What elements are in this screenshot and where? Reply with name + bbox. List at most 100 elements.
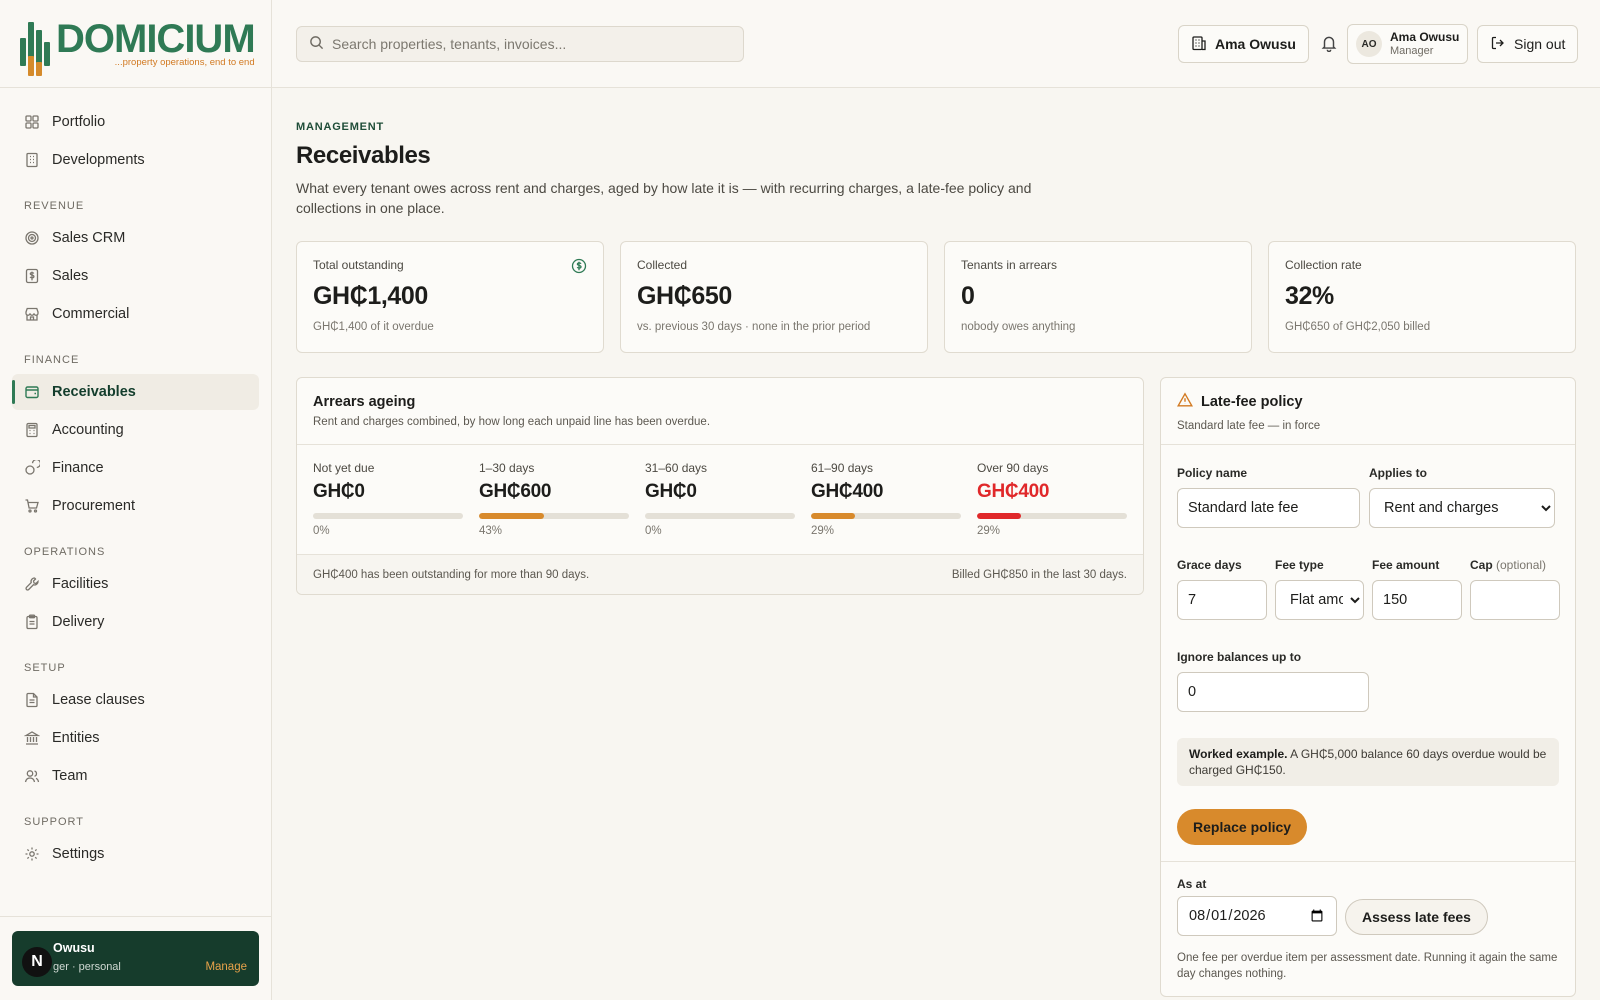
- building-icon: [24, 152, 40, 168]
- sidebar-item-delivery[interactable]: Delivery: [12, 604, 259, 640]
- ageing-billed-note: Billed GH₵850 in the last 30 days.: [951, 568, 1127, 581]
- sidebar-item-commercial[interactable]: Commercial: [12, 296, 259, 332]
- sidebar-item-label: Sales: [52, 268, 89, 284]
- replace-policy-button[interactable]: Replace policy: [1177, 809, 1308, 845]
- entity-switcher-button[interactable]: Ama Owusu: [1178, 25, 1309, 63]
- user-menu-button[interactable]: AO Ama Owusu Manager: [1347, 24, 1469, 64]
- sidebar-item-label: Portfolio: [52, 114, 106, 130]
- search-icon: [309, 35, 324, 53]
- entity-label: Ama Owusu: [1215, 36, 1296, 52]
- search-input[interactable]: [332, 36, 732, 52]
- bucket-progress-bar: [811, 513, 961, 519]
- bank-icon: [24, 730, 40, 746]
- sidebar-item-label: Entities: [52, 730, 100, 746]
- warning-triangle-icon: [1176, 392, 1194, 412]
- bucket-label: Not yet due: [313, 461, 375, 475]
- policy-name-label: Policy name: [1177, 466, 1248, 480]
- workspace-user-name: Owusu: [53, 941, 95, 955]
- fee-type-select[interactable]: Flat amount: [1275, 580, 1364, 620]
- ageing-buckets: Not yet due GH₵0 0% 1–30 days GH₵600 43%…: [297, 445, 1143, 555]
- sidebar-item-lease-clauses[interactable]: Lease clauses: [12, 682, 259, 718]
- grace-days-input[interactable]: [1177, 580, 1267, 620]
- bucket-value: GH₵0: [313, 481, 365, 502]
- user-role: Manager: [1390, 45, 1434, 57]
- ageing-bucket: Over 90 days GH₵400 29%: [977, 461, 1127, 555]
- logout-icon: [1490, 35, 1506, 54]
- manage-link[interactable]: Manage: [205, 961, 247, 973]
- as-at-date-input[interactable]: [1177, 896, 1337, 936]
- sidebar-item-sales-crm[interactable]: Sales CRM: [12, 220, 259, 256]
- bucket-value: GH₵0: [645, 481, 697, 502]
- top-header: Ama Owusu AO Ama Owusu Manager Sign out: [272, 0, 1600, 88]
- cap-optional-hint: (optional): [1496, 558, 1547, 572]
- applies-to-select[interactable]: Rent and charges: [1369, 488, 1555, 528]
- sidebar-item-facilities[interactable]: Facilities: [12, 566, 259, 602]
- sidebar-item-receivables[interactable]: Receivables: [12, 374, 259, 410]
- bell-icon[interactable]: [1320, 34, 1340, 54]
- bucket-progress-fill: [479, 513, 544, 519]
- policy-name-input[interactable]: [1177, 488, 1360, 528]
- kpi-label: Collected: [637, 258, 688, 272]
- currency-circle-icon: [571, 258, 587, 277]
- wallet-icon: [24, 384, 40, 400]
- worked-example-note: Worked example. A GH₵5,000 balance 60 da…: [1177, 738, 1559, 786]
- bucket-percent: 0%: [313, 525, 330, 537]
- ageing-bucket: 61–90 days GH₵400 29%: [811, 461, 961, 555]
- ageing-footer: GH₵400 has been outstanding for more tha…: [297, 554, 1143, 594]
- brand-logo[interactable]: DOMICIUM ...property operations, end to …: [0, 0, 271, 88]
- kpi-label: Collection rate: [1285, 258, 1362, 272]
- kpi-subtext: GH₵650 of GH₵2,050 billed: [1285, 321, 1431, 333]
- bucket-progress-bar: [645, 513, 795, 519]
- fee-amount-input[interactable]: [1372, 580, 1462, 620]
- sidebar-item-finance[interactable]: Finance: [12, 450, 259, 486]
- card-title: Arrears ageing: [313, 394, 416, 410]
- arrears-ageing-card: Arrears ageing Rent and charges combined…: [296, 377, 1144, 595]
- divider: [1161, 861, 1575, 862]
- sign-out-button[interactable]: Sign out: [1477, 25, 1579, 63]
- kpi-row: Total outstanding GH₵1,400 GH₵1,400 of i…: [296, 241, 1576, 353]
- bucket-percent: 29%: [977, 525, 1001, 537]
- assess-late-fees-button[interactable]: Assess late fees: [1345, 899, 1488, 935]
- ageing-bucket: 1–30 days GH₵600 43%: [479, 461, 629, 555]
- sidebar-item-label: Facilities: [52, 576, 109, 592]
- sidebar-footer: N Owusu ger · personal Manage: [0, 916, 271, 1000]
- kpi-value: GH₵650: [637, 282, 732, 310]
- assessment-note: One fee per overdue item per assessment …: [1177, 952, 1558, 980]
- ignore-balances-input[interactable]: [1177, 672, 1369, 712]
- sidebar-item-accounting[interactable]: Accounting: [12, 412, 259, 448]
- building-icon: [1191, 35, 1207, 54]
- sidebar-item-label: Lease clauses: [52, 692, 145, 708]
- workspace-card[interactable]: N Owusu ger · personal Manage: [12, 931, 259, 986]
- sidebar-item-portfolio[interactable]: Portfolio: [12, 104, 259, 140]
- kpi-label: Tenants in arrears: [961, 258, 1058, 272]
- card-description: Standard late fee — in force: [1177, 420, 1321, 432]
- cap-input[interactable]: [1470, 580, 1560, 620]
- card-description: Rent and charges combined, by how long e…: [313, 416, 711, 428]
- sidebar-item-procurement[interactable]: Procurement: [12, 488, 259, 524]
- kpi-subtext: nobody owes anything: [961, 321, 1076, 333]
- sidebar-item-entities[interactable]: Entities: [12, 720, 259, 756]
- brand-tagline: ...property operations, end to end: [114, 57, 255, 68]
- sidebar-item-team[interactable]: Team: [12, 758, 259, 794]
- sidebar-item-sales[interactable]: Sales: [12, 258, 259, 294]
- bucket-label: 1–30 days: [479, 461, 535, 475]
- kpi-value: 0: [961, 282, 975, 310]
- file-text-icon: [24, 692, 40, 708]
- kpi-card-total-outstanding: Total outstanding GH₵1,400 GH₵1,400 of i…: [296, 241, 604, 353]
- brand-name: DOMICIUM: [56, 17, 256, 61]
- user-name: Ama Owusu: [1390, 30, 1460, 44]
- sidebar-item-settings[interactable]: Settings: [12, 836, 259, 872]
- bucket-label: 31–60 days: [645, 461, 708, 475]
- kpi-card-collection-rate: Collection rate 32% GH₵650 of GH₵2,050 b…: [1268, 241, 1576, 353]
- ignore-balances-label: Ignore balances up to: [1177, 650, 1302, 664]
- bucket-percent: 0%: [645, 525, 662, 537]
- sidebar-item-label: Accounting: [52, 422, 124, 438]
- nav-section-revenue: REVENUE: [24, 200, 85, 212]
- page-eyebrow: MANAGEMENT: [296, 121, 385, 133]
- avatar: AO: [1356, 31, 1382, 57]
- calculator-icon: [24, 422, 40, 438]
- sidebar-item-label: Developments: [52, 152, 145, 168]
- sidebar-item-developments[interactable]: Developments: [12, 142, 259, 178]
- search-box[interactable]: [296, 26, 744, 62]
- worked-example-title: Worked example.: [1189, 747, 1288, 761]
